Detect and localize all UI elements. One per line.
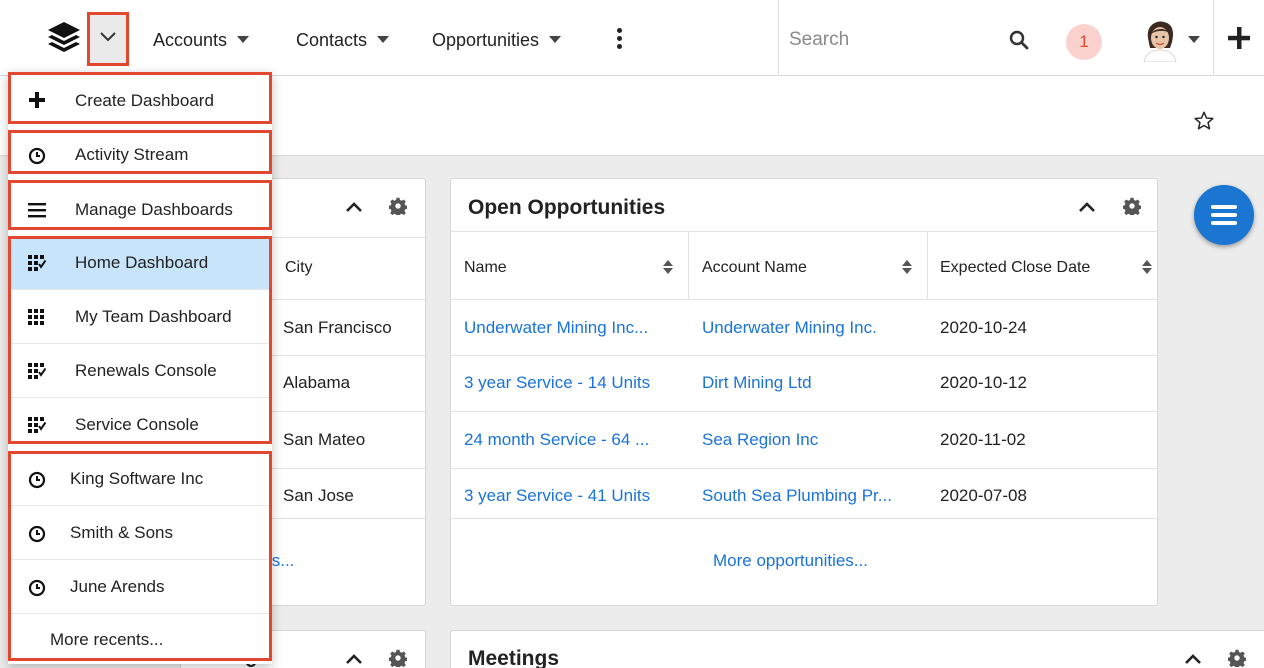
sugar-cube-logo-icon[interactable] xyxy=(44,18,84,58)
gear-icon[interactable] xyxy=(389,197,407,215)
close-date-cell: 2020-07-08 xyxy=(940,486,1027,505)
dashboard-grid-icon xyxy=(28,309,44,325)
search-icon[interactable] xyxy=(1009,30,1029,50)
dashboard-grid-icon xyxy=(28,363,46,379)
close-date-cell: 2020-11-02 xyxy=(940,430,1026,449)
dashboard-menu-toggle-button[interactable] xyxy=(87,12,129,66)
menu-item-label: Renewals Console xyxy=(75,361,217,380)
plus-icon xyxy=(1228,27,1250,49)
top-navigation-bar: Accounts Contacts Opportunities 1 xyxy=(0,0,1264,76)
column-header-city[interactable]: City xyxy=(285,259,313,277)
global-search xyxy=(778,0,1058,76)
list-icon xyxy=(28,203,46,218)
hamburger-icon xyxy=(1211,205,1237,209)
nav-tab-opportunities[interactable]: Opportunities xyxy=(432,30,562,51)
menu-item-label: My Team Dashboard xyxy=(75,307,232,326)
column-header-expected-close-date[interactable]: Expected Close Date xyxy=(940,259,1090,277)
dashlet-title: Meetings xyxy=(468,647,560,668)
opportunity-name-link[interactable]: 3 year Service - 14 Units xyxy=(464,373,650,393)
dashboard-item-renewals-console[interactable]: Renewals Console xyxy=(8,344,272,397)
column-header-name[interactable]: Name xyxy=(464,259,507,277)
collapse-chevron-up-icon[interactable] xyxy=(1184,653,1202,665)
account-name-link[interactable]: Sea Region Inc xyxy=(702,430,818,450)
sort-icon[interactable] xyxy=(901,259,913,275)
search-input[interactable] xyxy=(789,22,999,58)
clock-icon xyxy=(28,147,46,165)
caret-down-icon[interactable] xyxy=(1188,36,1200,43)
collapse-chevron-up-icon[interactable] xyxy=(1078,201,1096,213)
user-avatar[interactable] xyxy=(1140,18,1180,63)
close-date-cell: 2020-10-12 xyxy=(940,373,1027,392)
more-tabs-kebab-icon[interactable] xyxy=(617,28,623,50)
menu-item-label: King Software Inc xyxy=(70,469,204,488)
close-date-cell: 2020-10-24 xyxy=(940,318,1027,337)
menu-item-label: June Arends xyxy=(70,577,165,596)
caret-down-icon[interactable] xyxy=(549,36,562,43)
menu-item-label: Service Console xyxy=(75,415,199,434)
recent-item-june-arends[interactable]: June Arends xyxy=(8,560,272,613)
opportunity-name-link[interactable]: Underwater Mining Inc... xyxy=(464,318,648,338)
column-header-account-name[interactable]: Account Name xyxy=(702,259,807,277)
sort-icon[interactable] xyxy=(662,259,674,275)
menu-item-label: More recents... xyxy=(50,630,164,649)
nav-tab-label: Accounts xyxy=(153,30,228,50)
manage-dashboards-item[interactable]: Manage Dashboards xyxy=(8,183,272,236)
dashboard-grid-icon xyxy=(28,255,46,271)
create-dashboard-item[interactable]: Create Dashboard xyxy=(8,74,272,127)
more-recents-link[interactable]: More recents... xyxy=(8,614,272,667)
nav-tab-label: Contacts xyxy=(296,30,368,50)
chevron-down-icon xyxy=(100,32,116,42)
caret-down-icon[interactable] xyxy=(237,36,250,43)
activity-stream-item[interactable]: Activity Stream xyxy=(8,128,272,181)
gear-icon[interactable] xyxy=(389,649,407,667)
account-name-link[interactable]: Dirt Mining Ltd xyxy=(702,373,812,393)
quick-create-button[interactable] xyxy=(1213,0,1264,76)
opportunity-name-link[interactable]: 24 month Service - 64 ... xyxy=(464,430,649,450)
caret-down-icon[interactable] xyxy=(377,36,390,43)
dashboard-item-service-console[interactable]: Service Console xyxy=(8,398,272,451)
plus-icon xyxy=(29,92,45,108)
nav-tab-accounts[interactable]: Accounts xyxy=(153,30,250,51)
nav-tab-label: Opportunities xyxy=(432,30,540,50)
dashboard-grid-icon xyxy=(28,417,46,433)
city-cell: San Mateo xyxy=(283,430,366,449)
dashboard-item-my-team[interactable]: My Team Dashboard xyxy=(8,290,272,343)
account-name-link[interactable]: Underwater Mining Inc. xyxy=(702,318,877,338)
clock-icon xyxy=(28,471,46,489)
account-name-link[interactable]: South Sea Plumbing Pr... xyxy=(702,486,892,506)
city-cell: Alabama xyxy=(283,373,351,392)
opportunity-name-link[interactable]: 3 year Service - 41 Units xyxy=(464,486,650,506)
recent-item-smith-sons[interactable]: Smith & Sons xyxy=(8,506,272,559)
sort-icon[interactable] xyxy=(1141,259,1153,275)
clock-icon xyxy=(28,579,46,597)
gear-icon[interactable] xyxy=(1228,649,1246,667)
favorite-star-icon[interactable] xyxy=(1193,110,1215,132)
gear-icon[interactable] xyxy=(1123,197,1141,215)
nav-tab-contacts[interactable]: Contacts xyxy=(296,30,390,51)
menu-item-label: Home Dashboard xyxy=(75,253,209,272)
menu-item-label: Manage Dashboards xyxy=(75,200,233,219)
collapse-chevron-up-icon[interactable] xyxy=(345,653,363,665)
dashboard-dropdown-menu: Create Dashboard Activity Stream Manage … xyxy=(8,72,272,664)
meetings-dashlet: Meetings xyxy=(450,630,1264,668)
notifications-badge[interactable]: 1 xyxy=(1066,24,1102,60)
menu-item-label: Create Dashboard xyxy=(75,91,214,110)
recent-item-king-software[interactable]: King Software Inc xyxy=(8,452,272,505)
menu-item-label: Smith & Sons xyxy=(70,523,173,542)
open-opportunities-dashlet: Open Opportunities Name Account Name Exp… xyxy=(450,178,1159,606)
floating-menu-button[interactable] xyxy=(1194,185,1254,245)
dashboard-item-home[interactable]: Home Dashboard xyxy=(8,236,272,289)
more-opportunities-link[interactable]: More opportunities... xyxy=(713,551,868,571)
menu-item-label: Activity Stream xyxy=(75,145,189,164)
clock-icon xyxy=(28,525,46,543)
dashlet-title: Open Opportunities xyxy=(468,196,666,219)
city-cell: San Jose xyxy=(283,486,354,505)
city-cell: San Francisco xyxy=(283,318,392,337)
collapse-chevron-up-icon[interactable] xyxy=(345,201,363,213)
